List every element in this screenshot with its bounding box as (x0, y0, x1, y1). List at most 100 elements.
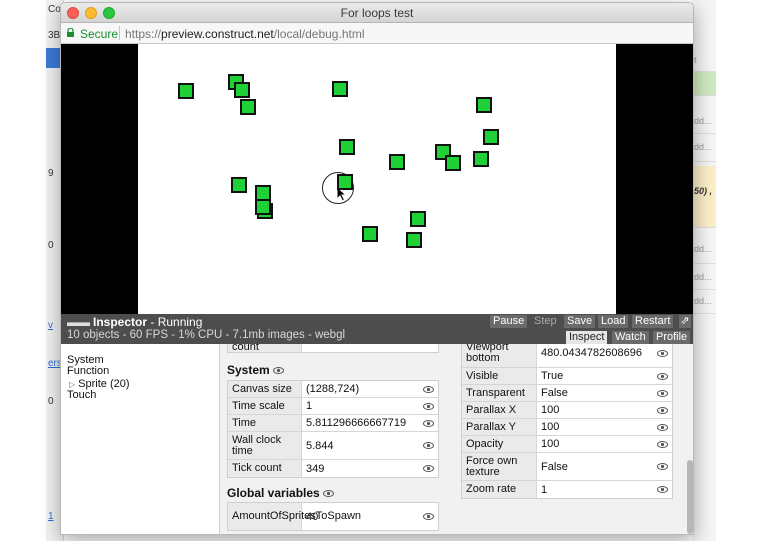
property-value[interactable]: False (537, 453, 568, 480)
url-text[interactable]: https://preview.construct.net/local/debu… (125, 27, 365, 41)
watch-toggle[interactable] (423, 415, 434, 431)
sprite (337, 174, 353, 190)
eye-icon[interactable] (423, 385, 434, 393)
watch-toggle[interactable] (657, 402, 668, 418)
property-value[interactable]: 5.844 (302, 432, 334, 459)
eye-icon[interactable] (657, 372, 668, 380)
restart-button[interactable]: Restart (632, 315, 674, 328)
watch-toggle[interactable] (423, 432, 434, 459)
browser-window: For loops test Secure https://preview.co… (60, 2, 694, 535)
bg-text: dd... (692, 264, 716, 290)
watch-toggle[interactable] (657, 453, 668, 480)
property-value[interactable]: (1288,724) (302, 381, 359, 397)
table-row: count (228, 344, 438, 352)
property-name: Parallax Y (462, 419, 537, 435)
watch-toggle[interactable] (657, 419, 668, 435)
property-value[interactable]: 480.0434782608696 (537, 344, 642, 367)
load-button[interactable]: Load (598, 315, 629, 328)
eye-icon[interactable] (657, 423, 668, 431)
watch-toggle[interactable] (423, 460, 434, 477)
inspector-body: System Function ▷ Sprite (20) Touch count… (61, 344, 693, 534)
watch-toggle[interactable] (423, 398, 434, 414)
watch-toggle[interactable] (657, 436, 668, 452)
bg-link[interactable]: 1 (48, 511, 54, 522)
watch-toggle[interactable] (657, 344, 668, 367)
bg-text: 9 (48, 168, 54, 179)
eye-icon[interactable] (423, 465, 434, 472)
tree-item-function[interactable]: Function (67, 365, 109, 377)
tab-watch[interactable]: Watch (612, 331, 649, 344)
watch-toggle[interactable] (657, 481, 668, 498)
eye-icon[interactable] (423, 513, 434, 520)
property-value[interactable]: 1 (302, 398, 312, 414)
sprite (234, 82, 250, 98)
watch-toggle[interactable] (423, 503, 434, 530)
eye-icon[interactable] (657, 486, 668, 493)
eye-icon[interactable] (423, 442, 434, 449)
background-app-right: t dd... dd... 50) , dd... dd... dd... (692, 0, 716, 541)
popout-icon[interactable]: ⇗ (679, 315, 691, 328)
system-properties-table: Canvas size (1288,724) Time scale 1 Time 5.81… (227, 380, 439, 478)
property-name: Force own texture (462, 453, 537, 480)
eye-icon[interactable] (657, 440, 668, 448)
property-row: Zoom rate 1 (462, 481, 672, 498)
tab-inspect[interactable]: Inspect (566, 331, 608, 344)
scrollbar-thumb[interactable] (687, 460, 693, 534)
property-value[interactable]: 40 (302, 503, 318, 530)
property-value[interactable]: False (537, 385, 568, 401)
property-value[interactable]: 1 (537, 481, 547, 498)
property-name: Time scale (228, 398, 302, 414)
address-bar[interactable]: Secure https://preview.construct.net/loc… (61, 23, 693, 44)
bg-link[interactable]: v (48, 320, 53, 331)
section-title: Global variables (227, 486, 320, 500)
property-value[interactable]: True (537, 368, 563, 384)
expand-arrow-icon[interactable]: ▷ (69, 380, 75, 389)
property-name: Canvas size (228, 381, 302, 397)
bg-text: dd... (692, 290, 716, 314)
address-separator (119, 26, 120, 40)
bg-text: Co (48, 4, 61, 15)
tree-item-touch[interactable]: Touch (67, 389, 96, 401)
eye-icon[interactable] (657, 463, 668, 470)
property-row: Viewport bottom 480.0434782608696 (462, 344, 672, 368)
property-value[interactable]: 100 (537, 419, 559, 435)
property-row: Time scale 1 (228, 398, 438, 415)
property-name: Visible (462, 368, 537, 384)
tab-profile[interactable]: Profile (653, 331, 691, 344)
property-value[interactable]: 100 (537, 402, 559, 418)
inspector-label: Inspector (93, 315, 148, 329)
bg-text: dd... (692, 234, 716, 264)
eye-icon[interactable] (423, 402, 434, 410)
property-name: Transparent (462, 385, 537, 401)
eye-icon[interactable] (657, 349, 668, 357)
eye-icon[interactable] (657, 389, 668, 397)
global-variables-table: AmountOfSpritesToSpawn 40 (227, 502, 439, 531)
eye-icon[interactable] (273, 367, 285, 375)
sprite (339, 139, 355, 155)
property-value[interactable]: 5.811296666667719 (302, 415, 406, 431)
inspector-scrollbar[interactable] (685, 344, 693, 534)
property-row: Parallax X 100 (462, 402, 672, 419)
section-heading-globals: Global variables (227, 486, 335, 500)
property-value[interactable]: 100 (537, 436, 559, 452)
property-value[interactable]: 349 (302, 460, 324, 477)
property-row: Time 5.811296666667719 (228, 415, 438, 432)
property-row: Tick count 349 (228, 460, 438, 477)
section-heading-system: System (227, 363, 285, 377)
drag-handle-icon[interactable]: ▬▬ (67, 315, 90, 329)
save-button[interactable]: Save (564, 315, 596, 328)
pause-button[interactable]: Pause (490, 315, 528, 328)
step-button[interactable]: Step (531, 315, 560, 328)
sprite (406, 232, 422, 248)
eye-icon[interactable] (323, 490, 335, 498)
watch-toggle[interactable] (657, 368, 668, 384)
watch-toggle[interactable] (657, 385, 668, 401)
eye-icon[interactable] (657, 406, 668, 414)
sprite (178, 83, 194, 99)
lock-icon (67, 28, 74, 37)
url-path: /local/debug.html (273, 27, 365, 41)
watch-toggle[interactable] (423, 381, 434, 397)
sprite (362, 226, 378, 242)
eye-icon[interactable] (423, 419, 434, 427)
game-canvas[interactable] (138, 44, 616, 314)
